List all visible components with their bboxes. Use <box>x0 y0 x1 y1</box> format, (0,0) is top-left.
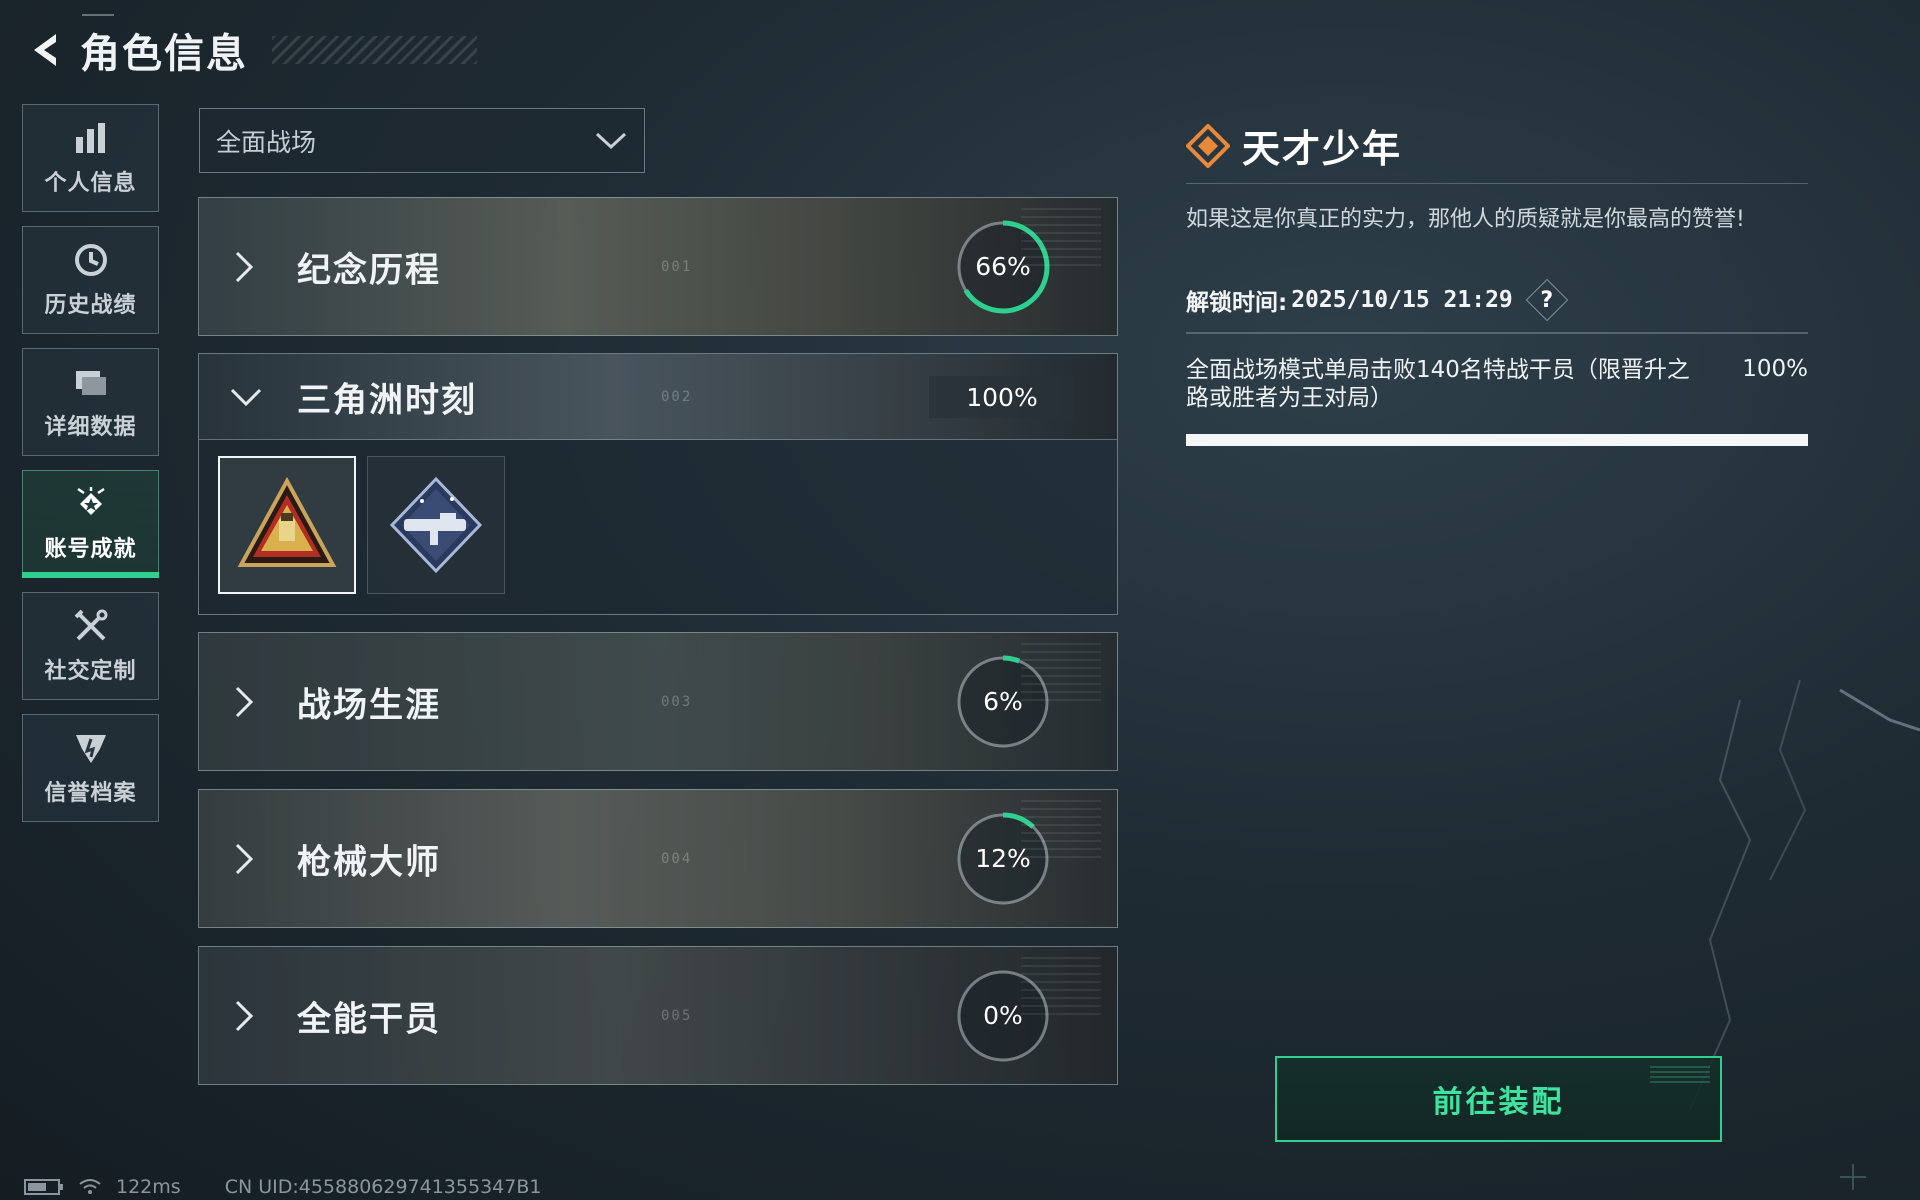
requirement-progress-bar <box>1186 433 1808 446</box>
ping-text: 122ms <box>116 1176 181 1198</box>
category-number: 005 <box>661 1007 693 1024</box>
sidebar-item-label: 账号成就 <box>44 537 137 562</box>
sidebar-item-label: 信誉档案 <box>44 781 137 806</box>
category-memorial[interactable]: 纪念历程 001 66% <box>198 197 1118 336</box>
achievement-title: 天才少年 <box>1242 127 1403 171</box>
hud-decoration <box>1021 643 1101 703</box>
achievement-description: 如果这是你真正的实力，那他人的质疑就是你最高的赞誉! <box>1186 207 1745 232</box>
rocket-launcher-badge-icon <box>389 476 483 574</box>
wifi-icon <box>79 1179 101 1194</box>
go-equip-label: 前往装配 <box>1432 1085 1565 1120</box>
chevron-down-icon <box>230 388 262 406</box>
category-delta-moments: 三角洲时刻 002 100% <box>198 353 1118 615</box>
medal-icon <box>76 487 105 515</box>
sidebar-item-match-history[interactable]: 历史战绩 <box>22 226 159 334</box>
diamond-emblem-icon <box>1186 123 1230 168</box>
help-icon: ? <box>1540 287 1554 313</box>
sidebar-item-personal-info[interactable]: 个人信息 <box>22 104 159 212</box>
chevron-down-icon <box>595 132 627 149</box>
progress-text: 100% <box>929 376 1075 418</box>
unlock-time-row: 解锁时间: 2025/10/15 21:29 ? <box>1186 280 1808 320</box>
clock-icon <box>74 244 107 276</box>
chevron-right-icon <box>235 1000 254 1031</box>
category-row: 全能干员 005 0% <box>199 947 1117 1084</box>
badge-soldier[interactable] <box>218 456 356 594</box>
chevron-right-icon <box>235 843 254 874</box>
category-row: 枪械大师 004 12% <box>199 790 1117 927</box>
mode-dropdown[interactable]: 全面战场 <box>199 108 645 173</box>
sidebar-item-label: 详细数据 <box>44 415 137 440</box>
back-arrow-icon <box>34 34 56 66</box>
badge-rocket-launcher[interactable] <box>367 456 505 594</box>
hud-decoration <box>1021 957 1101 1017</box>
sidebar-item-reputation[interactable]: 信誉档案 <box>22 714 159 822</box>
folder-icon <box>75 371 106 395</box>
category-label: 枪械大师 <box>297 842 441 882</box>
sidebar-item-label: 历史战绩 <box>44 293 137 318</box>
sidebar: 个人信息 历史战绩 详细数据 账号成就 社交定制 信誉档案 <box>22 104 159 836</box>
requirement-row: 全面战场模式单局击败140名特战干员（限晋升之路或胜者为王对局） 100% <box>1186 356 1808 412</box>
category-weapon-master[interactable]: 枪械大师 004 12% <box>198 789 1118 928</box>
hud-decoration <box>1021 800 1101 860</box>
requirement-progress-text: 100% <box>1742 355 1808 382</box>
category-all-round-operator[interactable]: 全能干员 005 0% <box>198 946 1118 1085</box>
achievement-detail-panel: 天才少年 如果这是你真正的实力，那他人的质疑就是你最高的赞誉! 解锁时间: 20… <box>1186 120 1808 446</box>
category-label: 战场生涯 <box>297 685 441 725</box>
header-corner-mark <box>82 14 114 16</box>
category-row: 战场生涯 003 6% <box>199 633 1117 770</box>
page-title: 角色信息 <box>80 31 248 77</box>
category-number: 003 <box>661 693 693 710</box>
bar-chart-icon <box>75 123 105 153</box>
soldier-triangle-badge-icon <box>237 476 337 567</box>
help-button[interactable]: ? <box>1527 280 1567 320</box>
app-root: 角色信息 个人信息 历史战绩 详细数据 账号成就 社交定制 信誉档案 全面战场 … <box>0 0 1920 1200</box>
shield-icon <box>75 735 106 763</box>
badge-grid <box>199 440 1117 614</box>
category-header[interactable]: 三角洲时刻 002 100% <box>199 354 1117 440</box>
achievement-title-row: 天才少年 <box>1186 120 1808 184</box>
button-decoration <box>1650 1066 1710 1086</box>
sidebar-item-label: 社交定制 <box>44 659 137 684</box>
status-bar: 122ms CN UID:455880629741355347B1 <box>24 1176 541 1198</box>
sidebar-item-social-custom[interactable]: 社交定制 <box>22 592 159 700</box>
category-number: 002 <box>661 388 693 405</box>
title-hatch-decoration <box>272 36 477 64</box>
sidebar-item-achievements[interactable]: 账号成就 <box>22 470 159 578</box>
battery-icon <box>24 1179 63 1195</box>
category-label: 全能干员 <box>297 999 441 1039</box>
category-row: 纪念历程 001 66% <box>199 198 1117 335</box>
category-battlefield-career[interactable]: 战场生涯 003 6% <box>198 632 1118 771</box>
tools-icon <box>74 609 107 641</box>
requirement-text: 全面战场模式单局击败140名特战干员（限晋升之路或胜者为王对局） <box>1186 356 1690 411</box>
requirement-progress-fill <box>1186 433 1808 446</box>
category-label: 三角洲时刻 <box>297 380 477 420</box>
chevron-right-icon <box>235 686 254 717</box>
back-button[interactable] <box>22 22 70 78</box>
sidebar-item-detailed-data[interactable]: 详细数据 <box>22 348 159 456</box>
sidebar-item-label: 个人信息 <box>44 171 137 196</box>
chevron-right-icon <box>235 251 254 282</box>
header: 角色信息 <box>22 14 477 80</box>
go-equip-button[interactable]: 前往装配 <box>1275 1056 1722 1142</box>
crosshair-decoration <box>1840 1164 1866 1190</box>
divider <box>1186 332 1808 334</box>
uid-text: CN UID:455880629741355347B1 <box>224 1176 542 1198</box>
unlock-time-value: 2025/10/15 21:29 <box>1291 287 1513 313</box>
unlock-time-label: 解锁时间: <box>1186 290 1288 316</box>
hud-decoration <box>1021 208 1101 268</box>
mode-dropdown-value: 全面战场 <box>216 127 317 157</box>
category-number: 001 <box>661 258 693 275</box>
category-label: 纪念历程 <box>297 250 441 290</box>
category-number: 004 <box>661 850 693 867</box>
